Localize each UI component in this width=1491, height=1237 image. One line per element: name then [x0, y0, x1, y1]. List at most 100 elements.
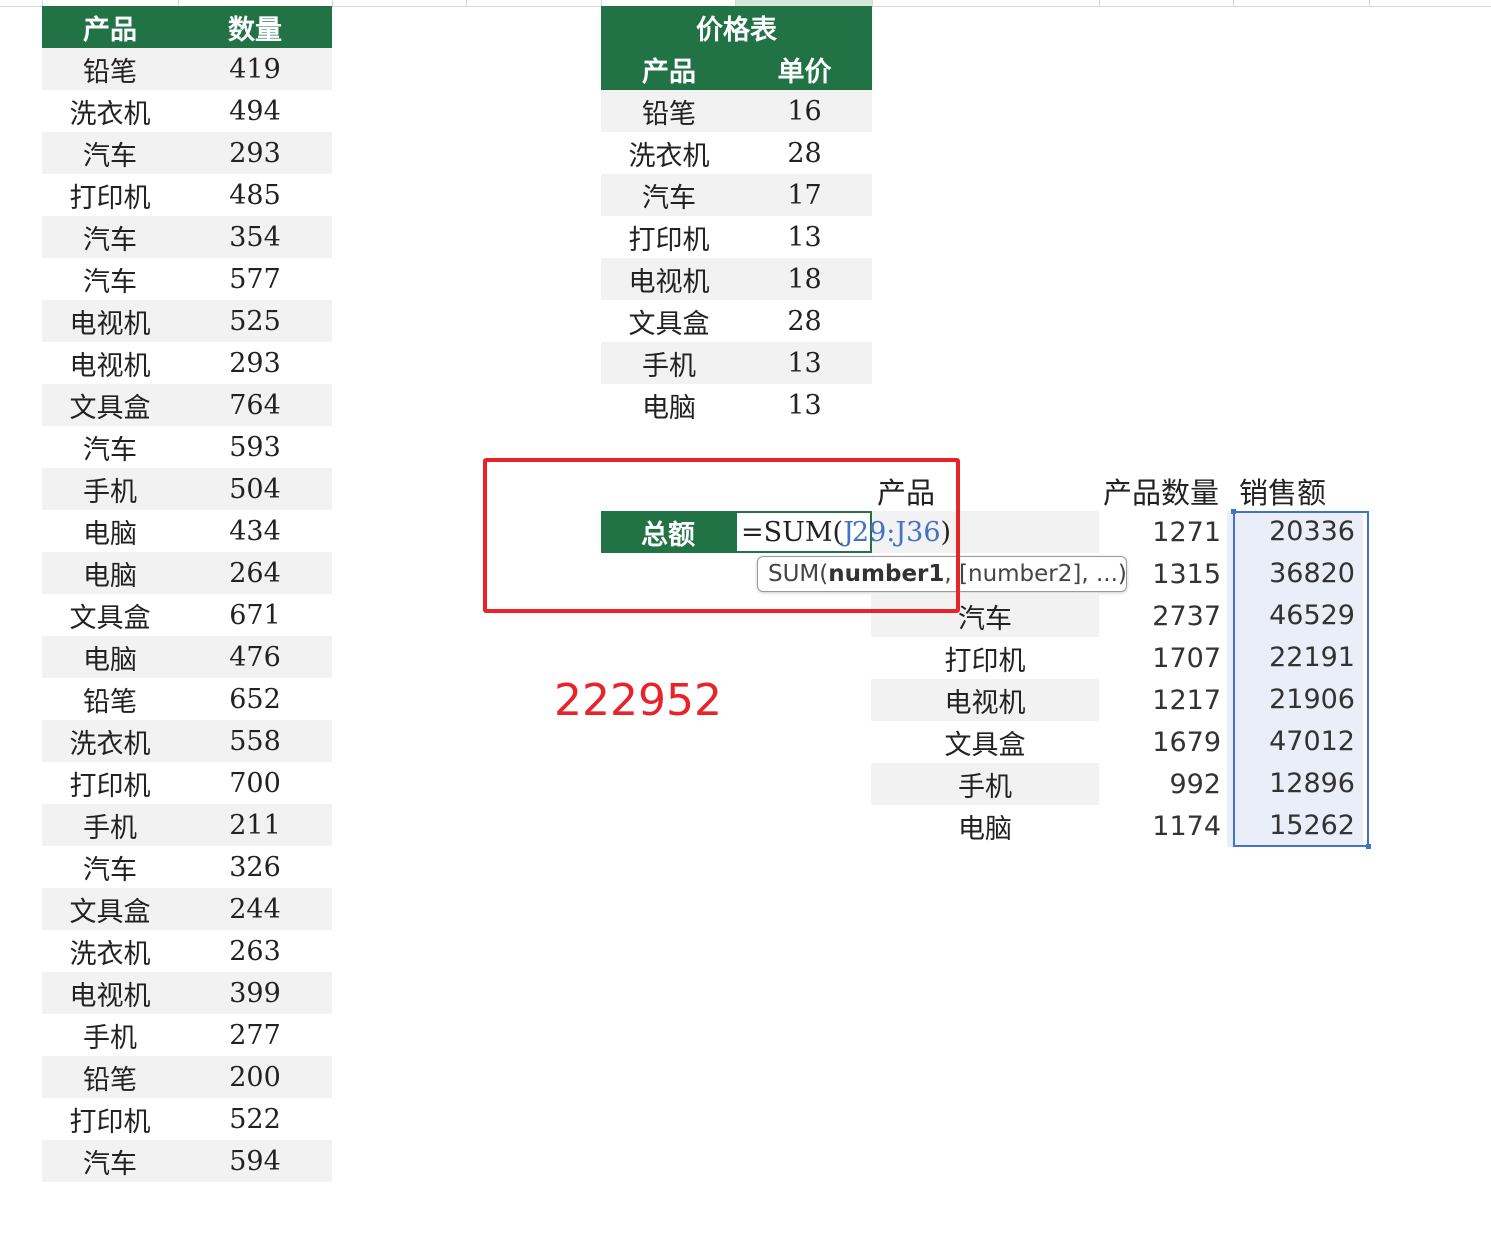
- cell-unit-price[interactable]: 16: [737, 96, 872, 127]
- formula-edit-cell[interactable]: =SUM(J 29:J36): [735, 511, 951, 553]
- cell-product[interactable]: 手机: [42, 470, 178, 509]
- cell-quantity[interactable]: 354: [178, 222, 332, 253]
- cell-product[interactable]: 汽车: [42, 1142, 178, 1181]
- cell-sales[interactable]: 12896: [1227, 763, 1363, 805]
- cell-product[interactable]: 汽车: [871, 597, 1099, 636]
- cell-product[interactable]: 打印机: [42, 764, 178, 803]
- cell-product[interactable]: 手机: [42, 1016, 178, 1055]
- cell-product[interactable]: 汽车: [42, 260, 178, 299]
- cell-product[interactable]: 洗衣机: [601, 134, 737, 173]
- cell-product[interactable]: 电脑: [42, 638, 178, 677]
- cell-product[interactable]: 文具盒: [42, 596, 178, 635]
- cell-product[interactable]: 打印机: [42, 176, 178, 215]
- cell-quantity[interactable]: 277: [178, 1020, 332, 1051]
- cell-quantity[interactable]: 525: [178, 306, 332, 337]
- cell-product[interactable]: 洗衣机: [42, 932, 178, 971]
- cell-product[interactable]: 手机: [871, 765, 1099, 804]
- cell-quantity[interactable]: 2737: [1099, 601, 1227, 632]
- cell-quantity[interactable]: 244: [178, 894, 332, 925]
- cell-product[interactable]: 文具盒: [42, 386, 178, 425]
- cell-quantity[interactable]: 652: [178, 684, 332, 715]
- header-product[interactable]: 产品: [42, 8, 178, 47]
- function-tooltip[interactable]: SUM(number1, [number2], ...): [757, 556, 1127, 592]
- cell-product[interactable]: 电视机: [871, 681, 1099, 720]
- cell-product[interactable]: 铅笔: [42, 680, 178, 719]
- summary-header-quantity[interactable]: 产品数量: [1103, 470, 1219, 512]
- cell-sales[interactable]: 15262: [1227, 805, 1363, 847]
- cell-quantity[interactable]: 211: [178, 810, 332, 841]
- cell-quantity[interactable]: 1174: [1099, 811, 1227, 842]
- cell-unit-price[interactable]: 17: [737, 180, 872, 211]
- price-table-title[interactable]: 价格表: [601, 8, 872, 47]
- cell-product[interactable]: 电脑: [601, 386, 737, 425]
- cell-product[interactable]: 汽车: [42, 218, 178, 257]
- cell-product[interactable]: 铅笔: [42, 50, 178, 89]
- cell-product[interactable]: 铅笔: [601, 92, 737, 131]
- cell-quantity[interactable]: 594: [178, 1146, 332, 1177]
- cell-quantity[interactable]: 764: [178, 390, 332, 421]
- cell-product[interactable]: 汽车: [42, 848, 178, 887]
- cell-product[interactable]: 打印机: [871, 639, 1099, 678]
- cell-product[interactable]: 文具盒: [871, 723, 1099, 762]
- cell-product[interactable]: 电脑: [42, 554, 178, 593]
- cell-sales[interactable]: 46529: [1227, 595, 1363, 637]
- cell-quantity[interactable]: 476: [178, 642, 332, 673]
- cell-product[interactable]: 打印机: [601, 218, 737, 257]
- header-unit-price[interactable]: 单价: [737, 50, 872, 89]
- cell-quantity[interactable]: 1217: [1099, 685, 1227, 716]
- cell-product[interactable]: 手机: [601, 344, 737, 383]
- cell-product[interactable]: 打印机: [42, 1100, 178, 1139]
- cell-quantity[interactable]: 264: [178, 558, 332, 589]
- cell-product[interactable]: 汽车: [42, 428, 178, 467]
- cell-sales[interactable]: 22191: [1227, 637, 1363, 679]
- cell-quantity[interactable]: 593: [178, 432, 332, 463]
- cell-unit-price[interactable]: 13: [737, 390, 872, 421]
- cell-product[interactable]: 电视机: [42, 344, 178, 383]
- cell-sales[interactable]: 20336: [1227, 511, 1363, 553]
- cell-quantity[interactable]: 293: [178, 138, 332, 169]
- cell-sales[interactable]: 36820: [1227, 553, 1363, 595]
- cell-quantity[interactable]: 419: [178, 54, 332, 85]
- summary-header-product[interactable]: 产品: [877, 470, 935, 512]
- cell-quantity[interactable]: 1707: [1099, 643, 1227, 674]
- cell-quantity[interactable]: 558: [178, 726, 332, 757]
- cell-quantity[interactable]: 577: [178, 264, 332, 295]
- cell-product[interactable]: 洗衣机: [42, 92, 178, 131]
- cell-product[interactable]: 文具盒: [601, 302, 737, 341]
- cell-sales[interactable]: 47012: [1227, 721, 1363, 763]
- cell-quantity[interactable]: 504: [178, 474, 332, 505]
- cell-quantity[interactable]: 1679: [1099, 727, 1227, 758]
- cell-product[interactable]: 文具盒: [42, 890, 178, 929]
- cell-quantity[interactable]: 399: [178, 978, 332, 1009]
- summary-header-sales[interactable]: 销售额: [1239, 470, 1326, 512]
- cell-quantity[interactable]: 434: [178, 516, 332, 547]
- cell-quantity[interactable]: 326: [178, 852, 332, 883]
- cell-quantity[interactable]: 1271: [1099, 517, 1227, 548]
- cell-quantity[interactable]: 485: [178, 180, 332, 211]
- cell-quantity[interactable]: 200: [178, 1062, 332, 1093]
- cell-unit-price[interactable]: 28: [737, 306, 872, 337]
- cell-product[interactable]: 洗衣机: [42, 722, 178, 761]
- cell-unit-price[interactable]: 13: [737, 348, 872, 379]
- cell-product[interactable]: 电视机: [42, 974, 178, 1013]
- cell-quantity[interactable]: 263: [178, 936, 332, 967]
- cell-quantity[interactable]: 700: [178, 768, 332, 799]
- cell-product[interactable]: 汽车: [601, 176, 737, 215]
- cell-product[interactable]: 电视机: [42, 302, 178, 341]
- cell-product[interactable]: 手机: [42, 806, 178, 845]
- cell-product[interactable]: 电脑: [42, 512, 178, 551]
- cell-quantity[interactable]: 992: [1099, 769, 1227, 800]
- cell-quantity[interactable]: 293: [178, 348, 332, 379]
- cell-unit-price[interactable]: 28: [737, 138, 872, 169]
- cell-unit-price[interactable]: 13: [737, 222, 872, 253]
- cell-quantity[interactable]: 671: [178, 600, 332, 631]
- cell-product[interactable]: 电视机: [601, 260, 737, 299]
- cell-product[interactable]: 汽车: [42, 134, 178, 173]
- cell-unit-price[interactable]: 18: [737, 264, 872, 295]
- cell-sales[interactable]: 21906: [1227, 679, 1363, 721]
- total-label[interactable]: 总额: [601, 511, 735, 553]
- cell-product[interactable]: 铅笔: [42, 1058, 178, 1097]
- header-product[interactable]: 产品: [601, 50, 737, 89]
- header-quantity[interactable]: 数量: [178, 8, 332, 47]
- cell-quantity[interactable]: 522: [178, 1104, 332, 1135]
